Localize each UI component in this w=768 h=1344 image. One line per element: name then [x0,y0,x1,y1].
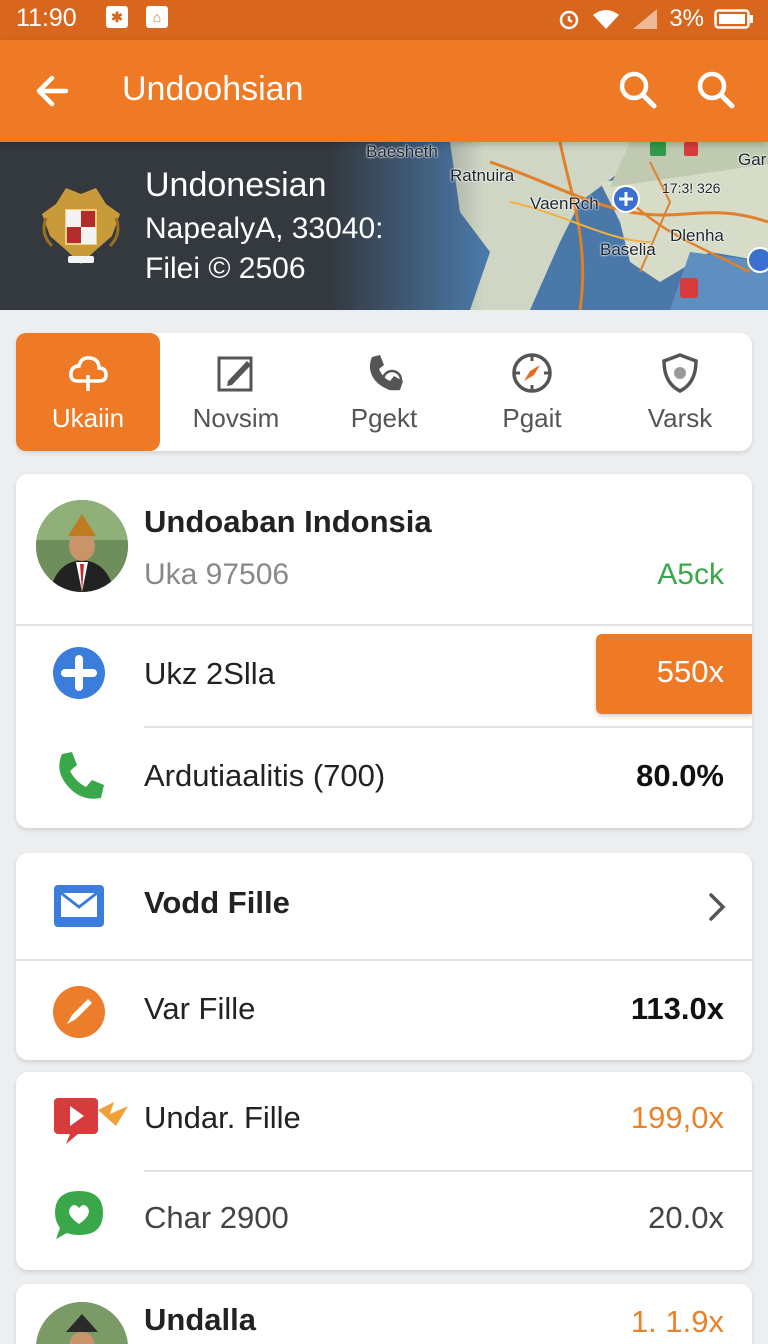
list-item[interactable]: Ardutiaalitis (700) 80.0% [16,728,752,828]
edit-icon [217,356,253,392]
chat-icon [55,1191,103,1239]
battery-icon [714,9,753,29]
banner-title: Undonesian [145,166,327,204]
mail-icon [54,885,104,927]
map-label: Dlenha [670,226,724,245]
phone-icon [369,355,403,391]
map-label: Gar [738,150,767,169]
chevron-right-icon[interactable] [706,891,728,923]
tab-varsk[interactable]: Varsk [608,333,752,451]
tab-ukaiin[interactable]: Ukaiin [16,333,160,451]
row-label: Undalla [144,1302,256,1337]
notification-icon: ✱ [106,6,128,28]
row-label: Vodd Fille [144,885,290,920]
map-label: Baesheth [366,142,438,161]
status-time: 11:90 [16,4,77,32]
row-value: 80.0% [636,758,724,793]
back-arrow-icon[interactable] [30,68,76,114]
battery-percent: 3% [669,5,704,32]
category-tabs: Ukaiin Novsim Pgekt Pgait Varsk [16,333,752,451]
row-label: Var Fille [144,991,256,1026]
header-banner: Baesheth Ratnuira VaenRch Baselia Dlenha… [0,142,768,310]
alarm-icon [560,10,579,30]
search-icon[interactable] [614,66,662,114]
banner-subtitle: NapealyA, 33040: [145,212,384,245]
profile-name: Undoaban Indonsia [144,504,432,539]
tab-label: Varsk [647,403,713,433]
file-card: Undar. Fille 199,0x Char 2900 20.0x [16,1072,752,1270]
row-value: 1. 1.9x [630,1304,724,1339]
row-value: 20.0x [648,1200,724,1235]
row-label: Undar. Fille [144,1100,301,1135]
garuda-emblem-icon [42,188,120,264]
phone-icon [59,752,104,799]
app-title: Undoohsian [122,70,304,108]
plus-icon [53,647,105,699]
avatar [36,1302,128,1344]
cloud-icon [69,356,108,391]
value-button[interactable]: 550x [596,634,752,714]
map-label: Baselia [600,240,656,259]
map-label: VaenRch [530,194,599,213]
pencil-icon [53,986,105,1038]
search-icon[interactable] [692,66,740,114]
tab-label: Ukaiin [51,403,125,433]
row-label: Ukz 2Slla [144,656,275,691]
file-card: Vodd Fille Var Fille 113.0x [16,853,752,1060]
map-label: Ratnuira [450,166,515,185]
tab-pgekt[interactable]: Pgekt [312,333,456,451]
row-value: 550x [656,654,724,689]
profile-card: Undoaban Indonsia Uka 97506 A5ck Ukz 2Sl… [16,474,752,828]
banner-info: Filei © 2506 [145,252,306,285]
row-label: Ardutiaalitis (700) [144,758,386,793]
app-bar: Undoohsian [0,40,768,142]
list-item[interactable]: Char 2900 20.0x [16,1172,752,1270]
row-value: 113.0x [630,991,724,1026]
status-badge: A5ck [657,558,724,591]
row-label: Char 2900 [144,1200,289,1235]
tab-label: Novsim [192,403,280,433]
list-item[interactable]: Ukz 2Slla 550x [16,626,752,726]
list-item[interactable]: Var Fille 113.0x [16,961,752,1060]
map-label: 17:3! 326 [662,180,721,196]
tab-pgait[interactable]: Pgait [460,333,604,451]
notification-icon: ⌂ [146,6,168,28]
tab-novsim[interactable]: Novsim [164,333,308,451]
bottom-card[interactable]: Undalla 1. 1.9x [16,1284,752,1344]
tab-label: Pgekt [350,403,418,433]
row-value: 199,0x [630,1100,724,1135]
shield-icon [662,353,698,393]
status-bar: 11:90 ✱ ⌂ 3% [0,0,768,40]
wifi-icon [593,10,620,29]
list-item[interactable]: Undar. Fille 199,0x [16,1072,752,1170]
video-icon [54,1098,128,1144]
profile-subtitle: Uka 97506 [144,558,290,591]
tab-label: Pgait [502,403,562,433]
avatar [36,500,128,592]
compass-icon [512,353,552,393]
signal-icon [633,9,658,29]
status-icons: 3% [557,4,754,34]
list-item[interactable]: Vodd Fille [16,853,752,959]
profile-header[interactable]: Undoaban Indonsia Uka 97506 A5ck [16,474,752,624]
